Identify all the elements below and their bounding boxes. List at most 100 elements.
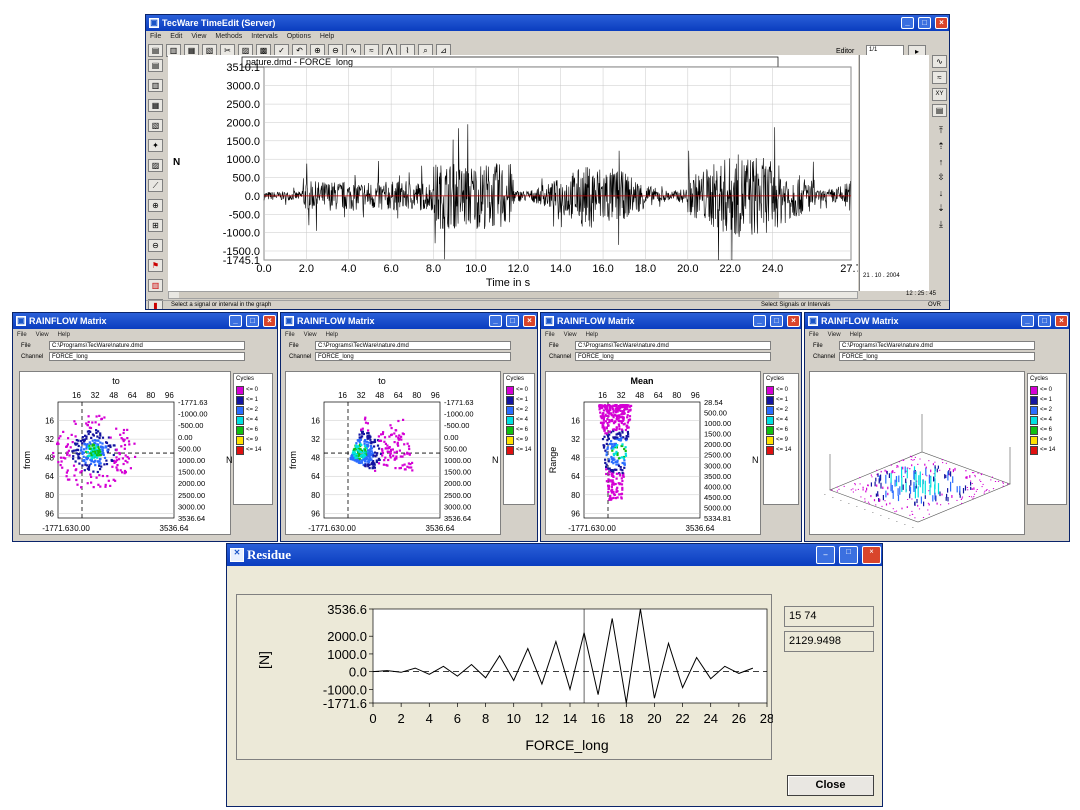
close-button[interactable]: ×: [523, 315, 536, 327]
channel-field[interactable]: FORCE_long: [49, 352, 245, 361]
minimize-button[interactable]: _: [901, 17, 914, 29]
tool-marker-icon[interactable]: ✦: [148, 139, 163, 152]
tool-grid-icon[interactable]: ▧: [148, 119, 163, 132]
matrix-cell: [81, 436, 84, 439]
minimize-button[interactable]: _: [816, 546, 835, 564]
rainflow-2-titlebar[interactable]: ▣ RAINFLOW Matrix _ □ ×: [281, 313, 537, 329]
menu-file[interactable]: File: [809, 332, 819, 338]
matrix-cell: [612, 447, 615, 450]
minimize-button[interactable]: _: [489, 315, 502, 327]
tool-line-icon[interactable]: ⟋: [148, 179, 163, 192]
tool-zoom-icon[interactable]: ⊕: [148, 199, 163, 212]
matrix-cell: [366, 444, 369, 447]
3d-tick-label: -: [896, 519, 898, 525]
legend-label: <= 6: [246, 427, 259, 433]
maximize-button[interactable]: □: [506, 315, 519, 327]
fit-icon[interactable]: ⇳: [932, 172, 949, 183]
page-up-icon[interactable]: ⇡: [932, 141, 949, 152]
maximize-button[interactable]: □: [770, 315, 783, 327]
matrix-cell: [381, 448, 384, 451]
view-wave-icon[interactable]: ≈: [932, 71, 947, 84]
step-down-icon[interactable]: ↓: [932, 188, 949, 198]
matrix-cell: [364, 444, 367, 448]
signal-chart[interactable]: nature.dmd - FORCE_long 3510.1 3000.0 2500…: [168, 55, 858, 291]
menu-edit[interactable]: Edit: [170, 33, 182, 40]
residue-chart[interactable]: 3536.62000.01000.00.0-1000.0-1771.6 0246…: [237, 595, 774, 761]
legend-row: <= 1: [1030, 395, 1064, 405]
step-up-icon[interactable]: ↑: [932, 157, 949, 167]
menu-file[interactable]: File: [285, 332, 295, 338]
file-field[interactable]: C:\Programs\TecWare\nature.dmd: [575, 341, 771, 350]
legend-swatch: [506, 415, 514, 425]
menu-options[interactable]: Options: [287, 33, 311, 40]
file-label: File: [813, 343, 823, 349]
tool-range-icon[interactable]: ▦: [148, 99, 163, 112]
menu-help[interactable]: Help: [326, 332, 338, 338]
close-button[interactable]: ×: [862, 546, 881, 564]
tool-table-icon[interactable]: ▨: [148, 159, 163, 172]
scroll-bottom-icon[interactable]: ⤓: [932, 219, 949, 230]
scroll-top-icon[interactable]: ⤒: [932, 125, 949, 136]
menu-view[interactable]: View: [36, 332, 49, 338]
rainflow-1-titlebar[interactable]: ▣ RAINFLOW Matrix _ □ ×: [13, 313, 277, 329]
matrix-cell: [409, 463, 412, 466]
matrix-cell: [367, 429, 370, 432]
menu-file[interactable]: File: [150, 33, 161, 40]
x-tick-label: 20: [647, 711, 661, 726]
menu-file[interactable]: File: [545, 332, 555, 338]
channel-field[interactable]: FORCE_long: [315, 352, 511, 361]
menu-help[interactable]: Help: [58, 332, 70, 338]
tool-select-icon[interactable]: ▤: [148, 59, 163, 72]
residue-titlebar[interactable]: ✕ Residue _ □ ×: [227, 544, 882, 566]
horizontal-scrollbar[interactable]: [168, 291, 858, 299]
maximize-button[interactable]: □: [1038, 315, 1051, 327]
minimize-button[interactable]: _: [753, 315, 766, 327]
matrix-cell: [69, 446, 72, 449]
rainflow-3d-plot[interactable]: ------------: [810, 372, 1026, 536]
page-down-icon[interactable]: ⇣: [932, 203, 949, 214]
close-button[interactable]: ×: [787, 315, 800, 327]
matrix-cell: [627, 404, 630, 407]
matrix-cell: [104, 485, 107, 488]
tool-split-icon[interactable]: ▥: [148, 279, 163, 292]
maximize-button[interactable]: □: [839, 546, 858, 564]
menu-view[interactable]: View: [304, 332, 317, 338]
menu-methods[interactable]: Methods: [215, 33, 242, 40]
close-button[interactable]: ×: [263, 315, 276, 327]
menu-view[interactable]: View: [828, 332, 841, 338]
timeedit-titlebar[interactable]: ▣ TecWare TimeEdit (Server) _ □ ×: [146, 15, 949, 31]
close-button[interactable]: ×: [935, 17, 948, 29]
minimize-button[interactable]: _: [229, 315, 242, 327]
tool-flag-icon[interactable]: ⚑: [148, 259, 163, 272]
menu-help[interactable]: Help: [586, 332, 598, 338]
channel-field[interactable]: FORCE_long: [839, 352, 1035, 361]
rainflow-4-titlebar[interactable]: ▣ RAINFLOW Matrix _ □ ×: [805, 313, 1069, 329]
rainflow-3-matrix[interactable]: Mean Range N 16 16 32 32 48 48 64 64 80 80 96 96 28.54 5…: [546, 372, 762, 541]
close-dialog-button[interactable]: Close: [787, 775, 874, 796]
rainflow-3-titlebar[interactable]: ▣ RAINFLOW Matrix _ □ ×: [541, 313, 801, 329]
rainflow-1-matrix[interactable]: to from N 16 16 32 32 48 48 64 64 80 80 96 96 -1771.63 -…: [20, 372, 233, 541]
minimize-button[interactable]: _: [1021, 315, 1034, 327]
menu-help[interactable]: Help: [320, 33, 334, 40]
menu-intervals[interactable]: Intervals: [251, 33, 277, 40]
view-xy-icon[interactable]: XY: [932, 88, 947, 101]
rainflow-2-matrix[interactable]: to from N 16 16 32 32 48 48 64 64 80 80 96 96 -1771.63 -…: [286, 372, 502, 541]
menu-view[interactable]: View: [564, 332, 577, 338]
maximize-button[interactable]: □: [246, 315, 259, 327]
tool-zoom-area-icon[interactable]: ⊞: [148, 219, 163, 232]
tool-zoom-out-icon[interactable]: ⊖: [148, 239, 163, 252]
matrix-cell: [72, 449, 75, 452]
view-signal-icon[interactable]: ∿: [932, 55, 947, 68]
menu-help[interactable]: Help: [850, 332, 862, 338]
channel-field[interactable]: FORCE_long: [575, 352, 771, 361]
scroll-thumb[interactable]: [179, 292, 779, 298]
close-button[interactable]: ×: [1055, 315, 1068, 327]
menu-file[interactable]: File: [17, 332, 27, 338]
file-field[interactable]: C:\Programs\TecWare\nature.dmd: [315, 341, 511, 350]
view-table-icon[interactable]: ▤: [932, 104, 947, 117]
file-field[interactable]: C:\Programs\TecWare\nature.dmd: [49, 341, 245, 350]
maximize-button[interactable]: □: [918, 17, 931, 29]
menu-view[interactable]: View: [191, 33, 206, 40]
tool-cursor-icon[interactable]: ▥: [148, 79, 163, 92]
file-field[interactable]: C:\Programs\TecWare\nature.dmd: [839, 341, 1035, 350]
